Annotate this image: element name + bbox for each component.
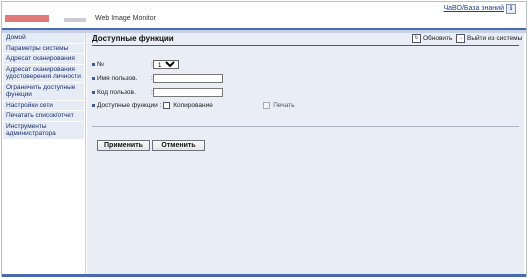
sidebar-item-home[interactable]: Домой: [3, 33, 84, 44]
title-rule: [92, 45, 519, 46]
number-select[interactable]: 1: [152, 60, 179, 69]
browser-frame: Web Image Monitor ЧаВО/База знаний i Дом…: [1, 1, 527, 277]
sidebar: Домой Параметры системы Адресат сканиров…: [2, 33, 86, 277]
header: Web Image Monitor ЧаВО/База знаний i: [2, 2, 526, 28]
app-title: Web Image Monitor: [95, 15, 156, 22]
main-content: Доступные функции ↻ Обновить → Выйти из …: [87, 33, 524, 277]
bullet-icon: [92, 104, 95, 107]
info-icon[interactable]: i: [506, 4, 516, 14]
username-field[interactable]: [152, 74, 223, 83]
usercode-row: Код пользов. :: [92, 88, 223, 97]
username-row: Имя пользов. :: [92, 74, 223, 83]
functions-row: Доступные функции : Копирование Печать: [92, 102, 295, 109]
usercode-field[interactable]: [152, 88, 223, 97]
sidebar-item-admin-tools[interactable]: Инструменты администратора: [3, 121, 84, 140]
sidebar-item-system-settings[interactable]: Параметры системы: [3, 43, 84, 54]
form-divider: [92, 126, 519, 127]
bullet-icon: [92, 77, 95, 80]
cancel-button[interactable]: Отменить: [152, 140, 205, 151]
bullet-icon: [92, 63, 95, 66]
brand-logo: [5, 15, 49, 22]
sidebar-item-print-list-report[interactable]: Печатать список/отчет: [3, 111, 84, 122]
number-label: №: [97, 61, 104, 68]
sidebar-item-restrict-functions[interactable]: Ограничить доступные функции: [3, 82, 84, 101]
logout-button[interactable]: → Выйти из системы: [456, 34, 522, 43]
logo-bar: [64, 18, 86, 22]
print-label: Печать: [273, 102, 295, 109]
logout-label: Выйти из системы: [467, 35, 523, 42]
logout-icon: →: [456, 34, 465, 43]
refresh-icon: ↻: [412, 34, 421, 43]
sidebar-item-network-settings[interactable]: Настройки сети: [3, 100, 84, 111]
username-label: Имя пользов.: [97, 75, 138, 82]
bullet-icon: [92, 91, 95, 94]
refresh-label: Обновить: [423, 35, 453, 42]
help-link[interactable]: ЧаВО/База знаний: [444, 5, 505, 12]
apply-button[interactable]: Применить: [97, 140, 150, 151]
copy-checkbox[interactable]: [163, 102, 171, 109]
sidebar-item-scan-destination[interactable]: Адресат сканирования: [3, 54, 84, 65]
number-row: № : 1: [92, 60, 179, 69]
print-checkbox[interactable]: [263, 102, 271, 109]
copy-label: Копирование: [173, 102, 213, 109]
functions-label: Доступные функции: [97, 102, 158, 109]
footer-bar: [2, 274, 526, 277]
refresh-button[interactable]: ↻ Обновить: [412, 34, 452, 43]
page-title: Доступные функции: [92, 34, 174, 43]
sidebar-item-scan-destination-id[interactable]: Адресат сканирования удостоверения лично…: [3, 64, 84, 83]
usercode-label: Код пользов.: [97, 89, 136, 96]
